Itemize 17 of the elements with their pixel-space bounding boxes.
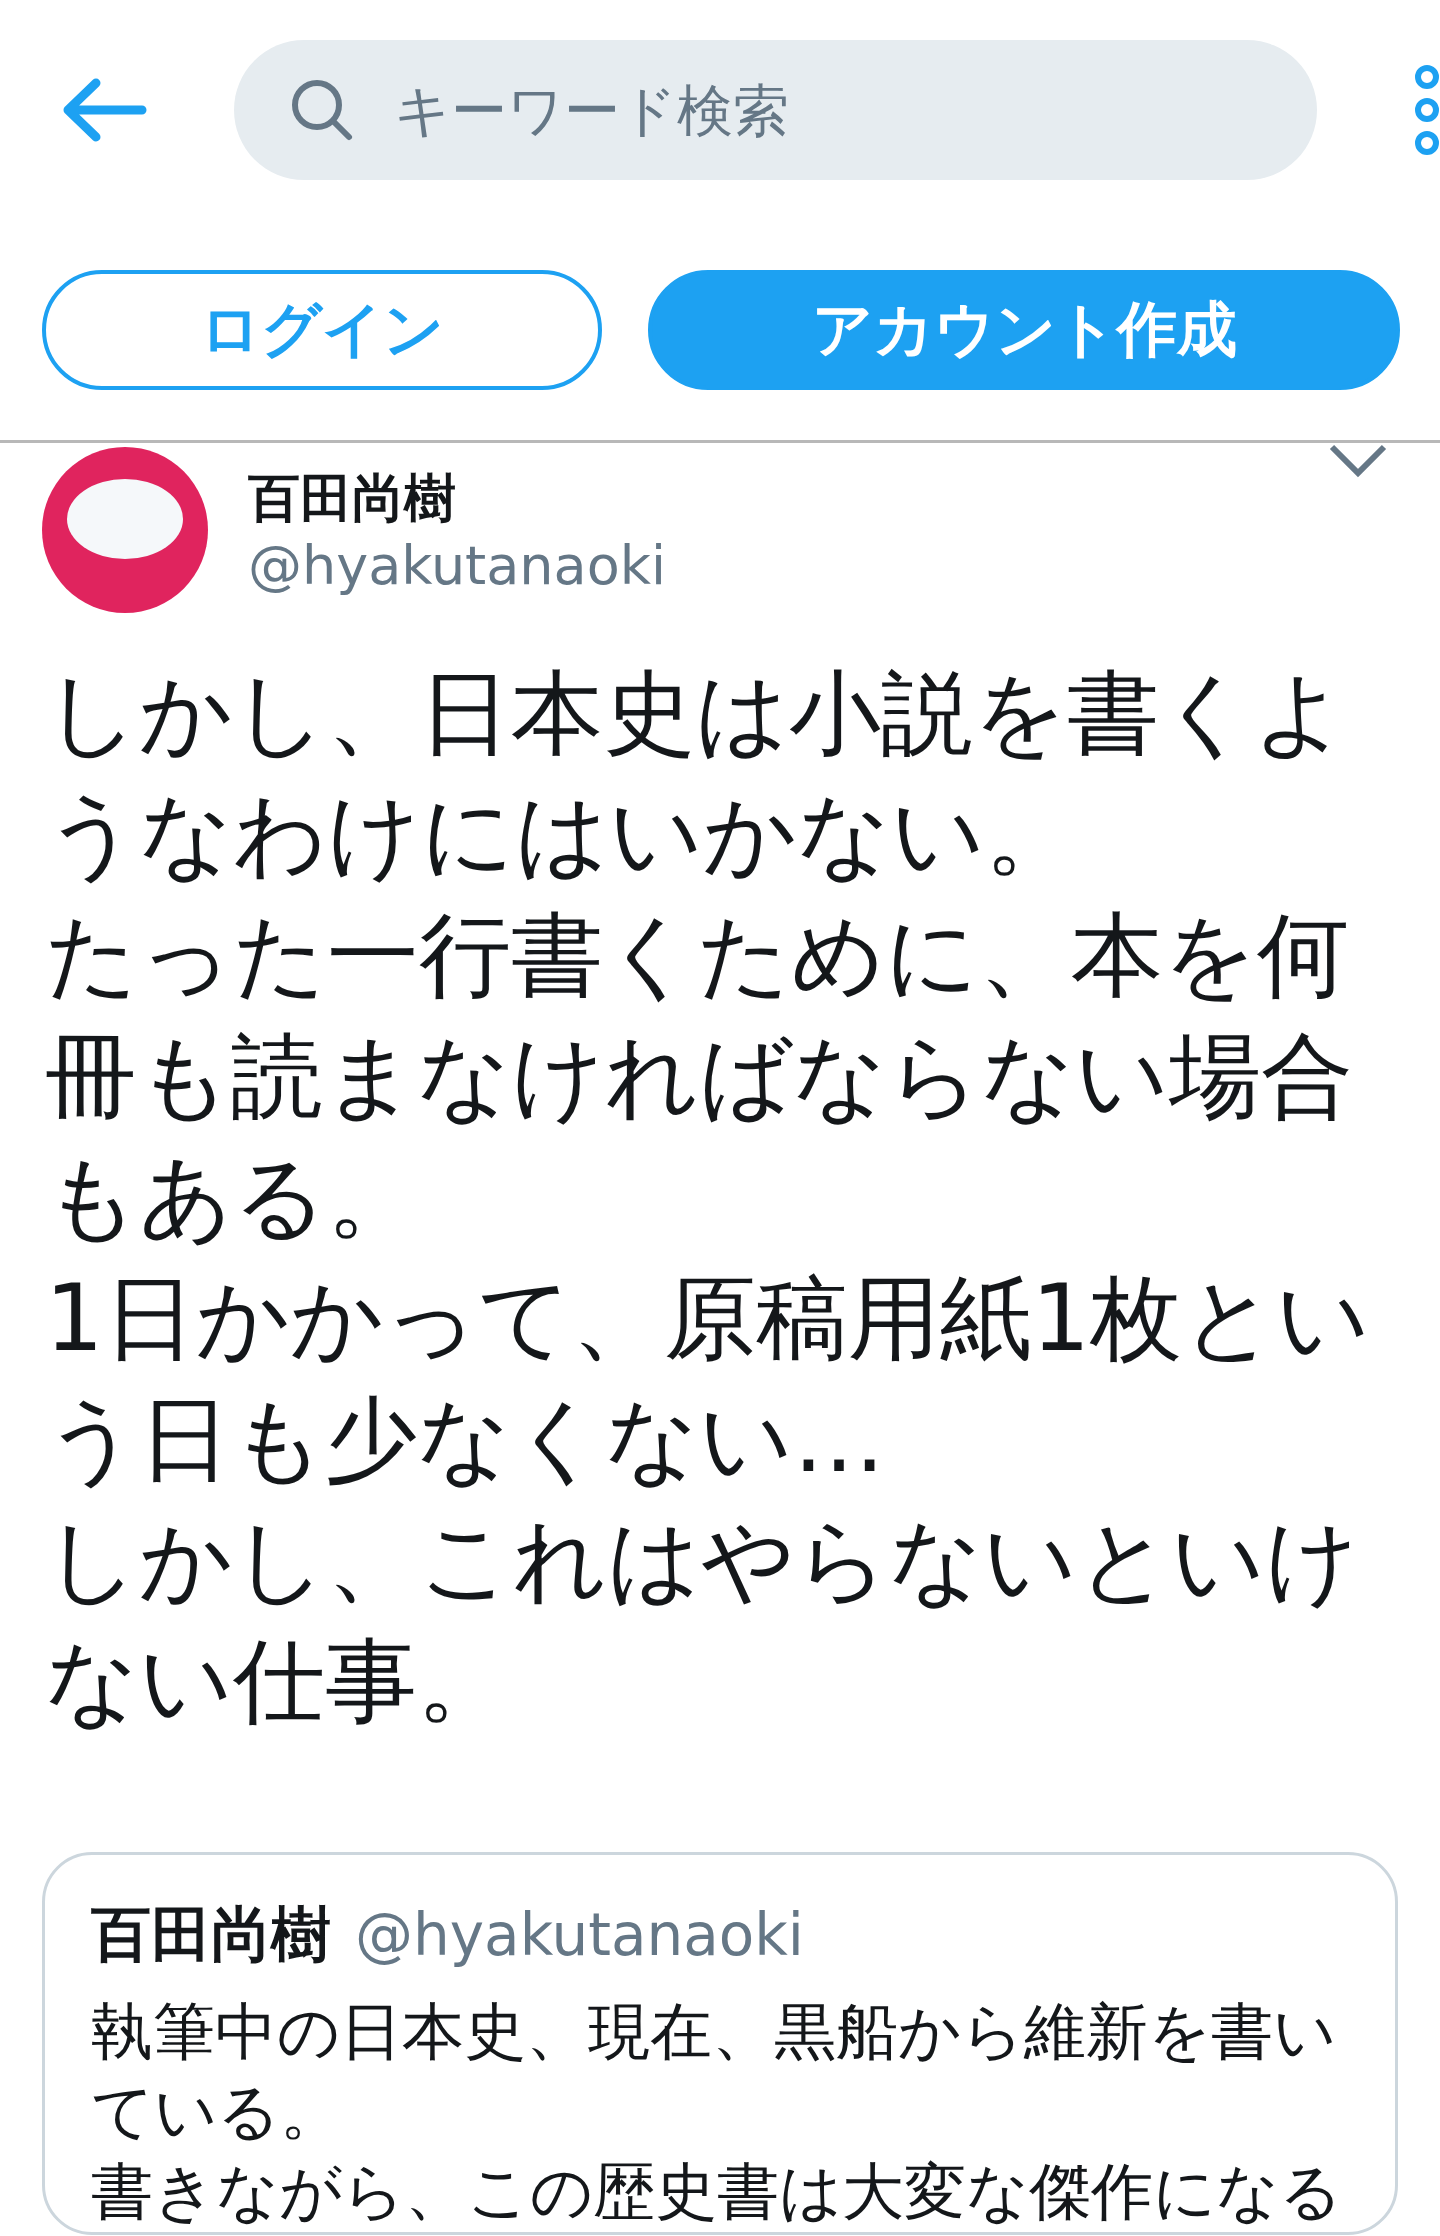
sign-up-button[interactable]: アカウント作成 [648, 270, 1400, 390]
search-icon [289, 77, 355, 143]
quoted-tweet-card[interactable]: 百田尚樹 @hyakutanaoki 執筆中の日本史、現在、黒船から維新を書いている。 書きながら、この歴史書は大変な傑作になる [42, 1852, 1398, 2235]
search-field[interactable]: キーワード検索 [234, 40, 1317, 180]
user-handle: @hyakutanaoki [248, 533, 666, 597]
quoted-tweet-text: 書きながら、この歴史書は大変な傑作になる [91, 2154, 1343, 2230]
quoted-user-name: 百田尚樹 [91, 1898, 331, 1971]
tweet-text: たった一行書くために、本を何冊も読まなければならない場合もある。 [45, 901, 1354, 1253]
avatar[interactable] [42, 447, 208, 613]
tweet-text: しかし、日本史は小説を書くようなわけにはいかない。 [45, 659, 1348, 890]
user-name: 百田尚樹 [248, 466, 457, 530]
quoted-user-handle: @hyakutanaoki [355, 1901, 804, 1969]
chevron-down-icon[interactable] [1328, 443, 1388, 479]
tweet-text: しかし、これはやらないといけない仕事。 [45, 1506, 1360, 1737]
login-button[interactable]: ログイン [42, 270, 602, 390]
tweet-text: 1日かかって、原稿用紙1枚という日も少なくない… [45, 1264, 1372, 1495]
quoted-tweet-text: 執筆中の日本史、現在、黒船から維新を書いている。 [91, 1994, 1337, 2150]
